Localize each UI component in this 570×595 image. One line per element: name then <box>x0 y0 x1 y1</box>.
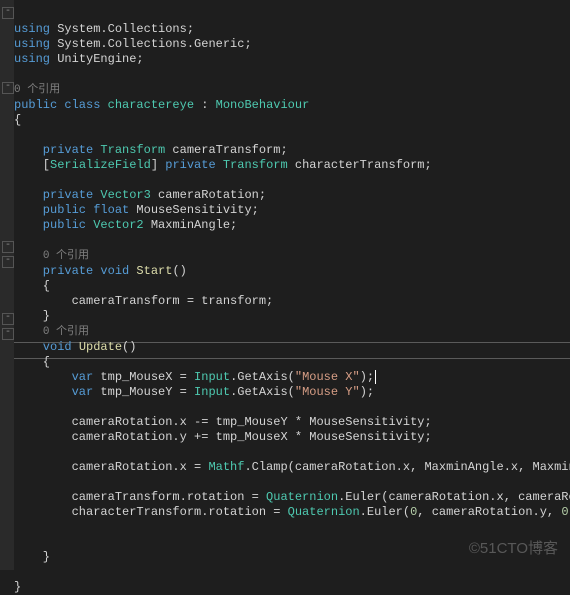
code-token: characterTransform.rotation = <box>14 505 288 519</box>
code-token: using <box>14 52 50 66</box>
code-token: tmp_MouseY = <box>93 385 194 399</box>
code-token: using <box>14 37 50 51</box>
fold-icon[interactable]: - <box>2 313 14 325</box>
codelens-reference[interactable]: 0 个引用 <box>43 326 89 338</box>
code-token: MaxminAngle; <box>144 218 238 232</box>
code-token: cameraRotation.x -= tmp_MouseY * MouseSe… <box>14 415 432 429</box>
watermark-text: ©51CTO博客 <box>469 537 558 558</box>
code-token: using <box>14 22 50 36</box>
code-token: Vector3 <box>100 188 150 202</box>
code-token: .Euler(cameraRotation.x, cameraRotation.… <box>338 490 570 504</box>
code-token: Transform <box>100 143 165 157</box>
code-token: MouseSensitivity; <box>129 203 259 217</box>
code-token: cameraRotation; <box>151 188 266 202</box>
code-token: SerializeField <box>50 158 151 172</box>
code-area[interactable]: using System.Collections; using System.C… <box>14 7 570 595</box>
code-token: private <box>165 158 223 172</box>
code-token: , cameraRotation.y, <box>417 505 561 519</box>
code-token: Vector2 <box>93 218 143 232</box>
code-token: public class <box>14 98 108 112</box>
code-token: : <box>194 98 216 112</box>
code-token: var <box>14 385 93 399</box>
code-token: ] <box>151 158 165 172</box>
code-token: } <box>14 580 21 594</box>
code-token: characterTransform; <box>288 158 432 172</box>
code-token: UnityEngine; <box>50 52 144 66</box>
code-token: cameraTransform; <box>165 143 287 157</box>
code-token: Input <box>194 370 230 384</box>
caret-icon <box>375 370 376 384</box>
codelens-reference[interactable]: 0 个引用 <box>14 84 60 96</box>
code-token: private void <box>14 264 136 278</box>
code-token: Input <box>194 385 230 399</box>
code-token: Start <box>136 264 172 278</box>
fold-icon[interactable]: - <box>2 256 14 268</box>
code-token: cameraRotation.y += tmp_MouseX * MouseSe… <box>14 430 432 444</box>
code-token: private <box>14 143 100 157</box>
fold-icon[interactable]: - <box>2 7 14 19</box>
code-token: MonoBehaviour <box>216 98 310 112</box>
code-token: { <box>14 279 50 293</box>
fold-icon[interactable]: - <box>2 241 14 253</box>
code-token: { <box>14 113 21 127</box>
code-token: void <box>14 340 79 354</box>
code-token: Mathf <box>208 460 244 474</box>
code-token: "Mouse Y" <box>295 385 360 399</box>
code-token: ); <box>360 370 374 384</box>
code-token: Update <box>79 340 122 354</box>
code-token: "Mouse X" <box>295 370 360 384</box>
code-token: cameraTransform.rotation = <box>14 490 266 504</box>
code-token: var <box>14 370 93 384</box>
code-token: } <box>14 550 50 564</box>
code-token: { <box>14 355 50 369</box>
code-token: 0 <box>561 505 568 519</box>
code-token: tmp_MouseX = <box>93 370 194 384</box>
code-token: Quaternion <box>266 490 338 504</box>
code-token: () <box>172 264 186 278</box>
code-token: public float <box>14 203 129 217</box>
code-token: System.Collections.Generic; <box>50 37 252 51</box>
code-token: } <box>14 309 50 323</box>
code-token: .GetAxis( <box>230 370 295 384</box>
code-token: cameraTransform = transform; <box>14 294 273 308</box>
fold-icon[interactable]: - <box>2 328 14 340</box>
code-token: .GetAxis( <box>230 385 295 399</box>
code-token: Transform <box>223 158 288 172</box>
code-token: System.Collections; <box>50 22 194 36</box>
code-token: charactereye <box>108 98 194 112</box>
code-token: .Clamp(cameraRotation.x, MaxminAngle.x, … <box>244 460 570 474</box>
fold-icon[interactable]: - <box>2 82 14 94</box>
code-token: () <box>122 340 136 354</box>
code-token: cameraRotation.x = <box>14 460 208 474</box>
codelens-reference[interactable]: 0 个引用 <box>43 250 89 262</box>
code-token: ); <box>360 385 374 399</box>
code-token: [ <box>14 158 50 172</box>
code-token: private <box>14 188 100 202</box>
code-token: Quaternion <box>288 505 360 519</box>
code-token: .Euler( <box>360 505 410 519</box>
code-token: public <box>14 218 93 232</box>
